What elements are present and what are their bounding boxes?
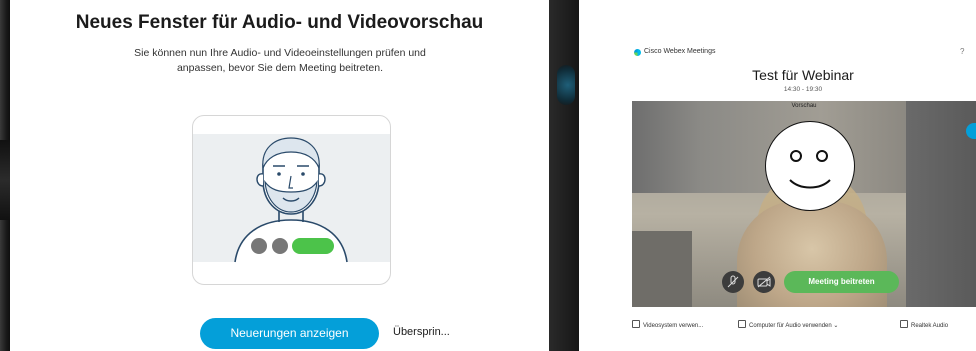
show-whats-new-button[interactable]: Neuerungen anzeigen (200, 318, 379, 349)
meeting-time: 14:30 - 19:30 (783, 86, 823, 93)
microphone-mute-icon[interactable] (722, 271, 744, 293)
whats-new-dialog: Neues Fenster für Audio- und Videovorsch… (10, 0, 549, 351)
video-system-label: Videosystem verwen... (643, 323, 704, 329)
video-preview: Vorschau Meeting beitreten (632, 101, 976, 307)
smiley-face-overlay (765, 121, 855, 211)
blurred-background (557, 65, 575, 105)
join-meeting-button[interactable]: Meeting beitreten (784, 271, 899, 293)
dialog-description: Sie können nun Ihre Audio- und Videoeins… (134, 47, 426, 74)
audio-option[interactable]: Computer für Audio verwenden ⌄ (738, 320, 838, 329)
microphone-icon (900, 320, 908, 328)
skip-button[interactable]: Übersprin... (393, 326, 450, 338)
person-illustration (234, 137, 348, 263)
video-system-option[interactable]: Videosystem verwen... (632, 320, 703, 329)
meeting-title: Test für Webinar (752, 67, 854, 83)
app-name: Cisco Webex Meetings (644, 48, 716, 55)
help-icon[interactable]: ? (960, 47, 964, 56)
speaker-option[interactable]: Realtek Audio (900, 320, 948, 329)
share-icon[interactable] (966, 123, 976, 139)
dialog-title: Neues Fenster für Audio- und Videovorsch… (75, 12, 484, 33)
background-window-edge-right (549, 0, 579, 351)
monitor-icon (632, 320, 640, 328)
speaker-label: Realtek Audio (911, 323, 949, 329)
background-window-edge (0, 0, 10, 351)
preview-label: Vorschau (791, 103, 817, 109)
bottom-toolbar: Videosystem verwen... Computer für Audio… (630, 315, 976, 335)
preview-illustration (192, 115, 391, 285)
headset-icon (738, 320, 746, 328)
video-shelf (632, 231, 692, 307)
audio-label: Computer für Audio verwenden (749, 323, 832, 329)
webex-logo-icon (634, 49, 641, 56)
video-off-icon[interactable] (753, 271, 775, 293)
webex-preview-window: Cisco Webex Meetings ? Test für Webinar … (630, 45, 976, 335)
